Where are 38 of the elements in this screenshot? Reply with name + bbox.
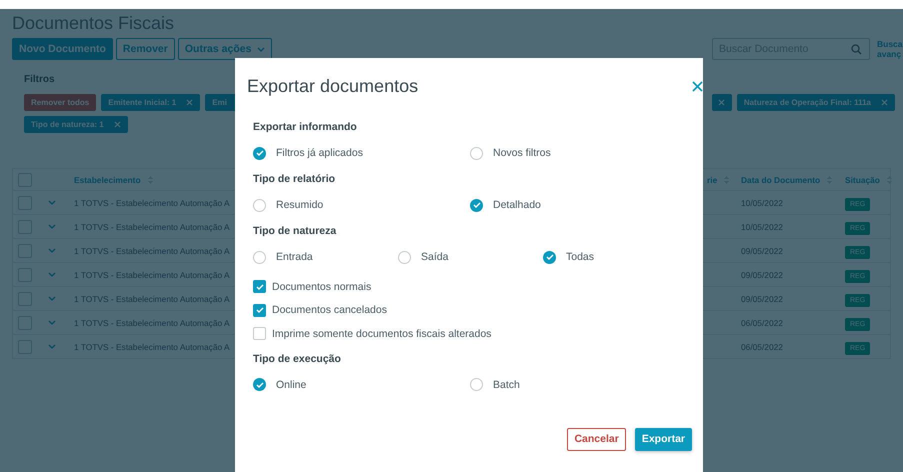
radio-button[interactable] — [253, 146, 266, 160]
radio-button[interactable] — [470, 198, 483, 212]
checkbox[interactable] — [253, 280, 266, 294]
radio-label[interactable]: Batch — [493, 378, 520, 390]
check-icon — [256, 307, 264, 314]
checkbox-label[interactable]: Documentos normais — [272, 280, 372, 293]
radio-label[interactable]: Todas — [566, 251, 594, 263]
radio-button[interactable] — [470, 378, 483, 391]
radio-button[interactable] — [543, 250, 556, 264]
radio-label[interactable]: Filtros já aplicados — [276, 147, 363, 159]
radio-button[interactable] — [253, 250, 266, 264]
check-icon — [256, 150, 264, 156]
filters-title: Filtros — [24, 74, 56, 85]
check-icon — [256, 382, 264, 388]
section-heading: Tipo de execução — [253, 352, 342, 366]
close-icon[interactable] — [692, 80, 703, 92]
radio-label[interactable]: Detalhado — [493, 199, 541, 211]
section-heading: Tipo de relatório — [253, 172, 336, 187]
checkbox-label[interactable]: Imprime somente documentos fiscais alterados — [272, 328, 492, 340]
check-icon — [546, 254, 554, 260]
radio-label[interactable]: Novos filtros — [493, 147, 551, 159]
radio-label[interactable]: Entrada — [276, 251, 313, 263]
radio-button[interactable] — [253, 198, 266, 212]
dialog-title: Exportar documentos — [247, 76, 418, 96]
radio-button[interactable] — [470, 146, 483, 160]
radio-button[interactable] — [398, 250, 411, 264]
radio-label[interactable]: Saída — [421, 251, 448, 263]
radio-button[interactable] — [253, 378, 266, 391]
radio-label[interactable]: Online — [276, 378, 306, 390]
dialog-button[interactable]: Cancelar — [567, 428, 626, 450]
section-heading: Tipo de natureza — [253, 224, 338, 239]
check-icon — [256, 284, 264, 290]
checkbox[interactable] — [253, 304, 266, 317]
checkbox[interactable] — [253, 327, 266, 340]
section-heading: Exportar informando — [253, 120, 358, 135]
checkbox-label[interactable]: Documentos cancelados — [272, 304, 387, 316]
check-icon — [472, 202, 480, 208]
radio-label[interactable]: Resumido — [276, 199, 324, 211]
